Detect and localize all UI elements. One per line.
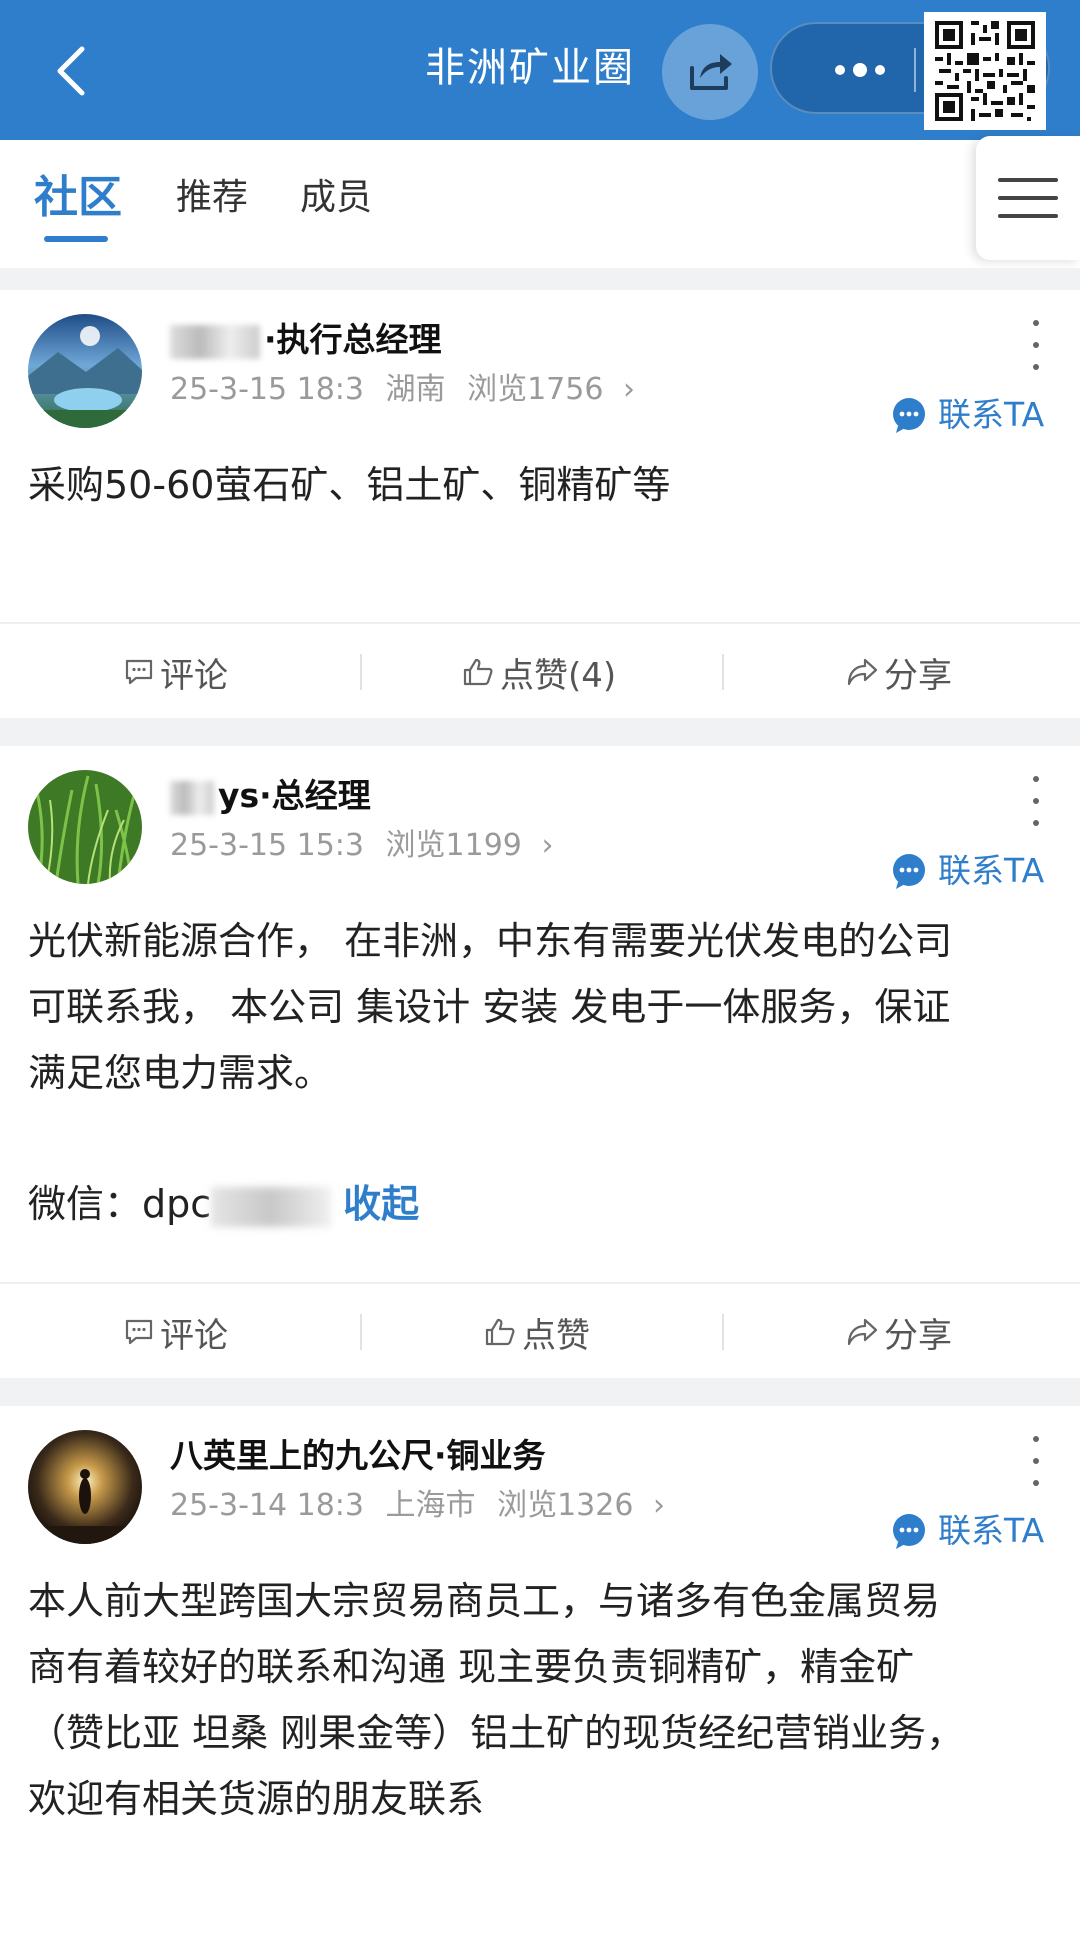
- like-button[interactable]: 点赞: [484, 1284, 590, 1380]
- redacted-wechat: [211, 1186, 332, 1227]
- back-arrow-icon: [57, 46, 85, 96]
- page-title: 非洲矿业圈: [425, 45, 635, 91]
- share-post-button[interactable]: 分享: [846, 624, 952, 720]
- avatar[interactable]: [28, 314, 142, 428]
- share-arrow-icon: [847, 658, 878, 686]
- top-nav-bar: 非洲矿业圈: [0, 0, 1080, 140]
- post-location: 湖南: [385, 372, 446, 407]
- capsule-divider: [914, 48, 916, 92]
- post-meta[interactable]: 25-3-14 18:3 上海市 浏览1326 ›: [170, 1484, 665, 1528]
- author-name[interactable]: ys·总经理: [170, 772, 371, 820]
- more-options-icon[interactable]: [1026, 1436, 1046, 1486]
- share-post-button[interactable]: 分享: [846, 1284, 952, 1380]
- comment-button[interactable]: 评论: [124, 624, 228, 720]
- post-content: 本人前大型跨国大宗贸易商员工，与诸多有色金属贸易 商有着较好的联系和沟通 现主要…: [28, 1579, 965, 1821]
- post-card: 八英里上的九公尺·铜业务 25-3-14 18:3 上海市 浏览1326 › 联…: [0, 1406, 1080, 1955]
- share-icon: [690, 54, 732, 90]
- more-button[interactable]: [810, 50, 910, 90]
- post-date: 25-3-15 18:3: [170, 372, 364, 407]
- post-views: 浏览1199: [385, 828, 522, 863]
- post-date: 25-3-15 15:3: [170, 828, 364, 863]
- post-date: 25-3-14 18:3: [170, 1488, 364, 1523]
- comment-icon: [125, 659, 153, 685]
- chevron-right-icon: ›: [541, 828, 554, 863]
- chevron-right-icon: ›: [623, 372, 635, 407]
- redacted-name: [170, 324, 260, 359]
- thumbs-up-icon: [485, 1318, 515, 1346]
- post-location: 上海市: [385, 1488, 476, 1523]
- active-tab-indicator: [44, 236, 108, 242]
- wechat-line: 微信：dpc 收起: [28, 1182, 420, 1227]
- post-meta[interactable]: 25-3-15 15:3 浏览1199 ›: [170, 824, 553, 868]
- section-divider: [0, 718, 1080, 746]
- avatar[interactable]: [28, 770, 142, 884]
- post-card: ys·总经理 25-3-15 15:3 浏览1199 › 联系TA 光伏新能源合…: [0, 746, 1080, 1280]
- share-arrow-icon: [847, 1318, 878, 1346]
- like-button[interactable]: 点赞(4): [462, 624, 616, 720]
- back-button[interactable]: [40, 36, 100, 106]
- action-divider: [722, 654, 724, 690]
- more-options-icon[interactable]: [1026, 776, 1046, 826]
- chevron-right-icon: ›: [653, 1488, 665, 1523]
- post-content: 光伏新能源合作， 在非洲，中东有需要光伏发电的公司 可联系我， 本公司 集设计 …: [28, 919, 953, 1095]
- contact-button[interactable]: 联系TA: [890, 846, 1044, 896]
- share-button[interactable]: [662, 24, 758, 120]
- author-name[interactable]: 八英里上的九公尺·铜业务: [170, 1432, 546, 1480]
- hamburger-icon: [998, 178, 1058, 182]
- post-actions: 评论 点赞 分享: [0, 1282, 1080, 1378]
- section-divider: [0, 1378, 1080, 1406]
- tab-recommend[interactable]: 推荐: [176, 168, 248, 228]
- post-actions: 评论 点赞(4) 分享: [0, 622, 1080, 718]
- tab-community[interactable]: 社区: [34, 168, 122, 228]
- post-meta[interactable]: 25-3-15 18:3 湖南 浏览1756 ›: [170, 368, 635, 412]
- author-name[interactable]: ·执行总经理: [170, 316, 442, 364]
- contact-button[interactable]: 联系TA: [890, 390, 1044, 440]
- thumbs-up-icon: [463, 658, 493, 686]
- avatar[interactable]: [28, 1430, 142, 1544]
- qr-code-icon: [935, 21, 1035, 121]
- section-divider: [0, 268, 1080, 290]
- post-views: 浏览1756: [467, 372, 604, 407]
- comment-button[interactable]: 评论: [124, 1284, 228, 1380]
- collapse-link[interactable]: 收起: [343, 1182, 419, 1226]
- chat-bubble-icon: [893, 398, 925, 433]
- comment-icon: [125, 1319, 153, 1345]
- hamburger-menu-button[interactable]: [976, 136, 1080, 260]
- tab-members[interactable]: 成员: [300, 168, 372, 228]
- action-divider: [360, 1314, 362, 1350]
- more-options-icon[interactable]: [1026, 320, 1046, 370]
- post-views: 浏览1326: [497, 1488, 634, 1523]
- tab-bar: 社区 推荐 成员: [0, 140, 1080, 268]
- chat-bubble-icon: [893, 854, 925, 889]
- chat-bubble-icon: [893, 1514, 925, 1549]
- post-content: 采购50-60萤石矿、铝土矿、铜精矿等: [28, 463, 671, 507]
- action-divider: [360, 654, 362, 690]
- action-divider: [722, 1314, 724, 1350]
- contact-button[interactable]: 联系TA: [890, 1506, 1044, 1556]
- qr-code-button[interactable]: [924, 12, 1046, 130]
- redacted-name: [170, 780, 214, 815]
